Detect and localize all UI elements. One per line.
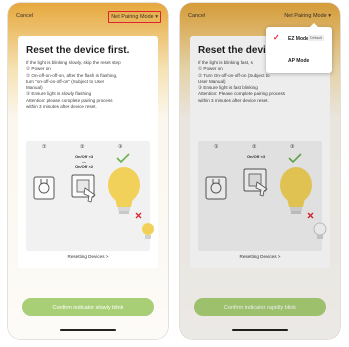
confirm-rapid-blink-button[interactable]: Confirm indicator rapidly blink [194,298,326,316]
dropdown-caret [310,23,318,27]
bulb-off-icon [307,212,327,239]
step-number: ② [252,144,257,150]
pairing-mode-dropdown: ✓ EZ Mode Default AP Mode [266,23,332,73]
pairing-mode-button[interactable]: Net Pairing Mode ▾ [108,11,161,23]
instruction-card: Reset the device first. If the light is … [18,36,158,268]
instruction-text: If the light is blinking slowly, skip th… [26,60,152,110]
option-label: AP Mode [288,58,310,64]
page-title: Reset the device first. [26,45,130,56]
home-indicator [232,329,288,331]
option-label: EZ Mode [288,36,309,42]
step-number: ① [42,144,47,150]
screen-rapid-blink: Cancel Net Pairing Mode ▾ Reset the devi… [180,3,340,339]
check-icon [288,153,302,163]
step-number: ③ [290,144,295,150]
page-title: Reset the devic [198,45,272,56]
checkmark-icon: ✓ [273,33,280,42]
step-number: ① [214,144,219,150]
reset-times-label: On/Off ×3 — On/Off ×2 [70,154,98,169]
plug-icon [33,176,55,200]
plug-icon [205,176,227,200]
pairing-mode-button[interactable]: Net Pairing Mode ▾ [282,11,333,21]
default-badge: Default [308,35,325,41]
check-icon [116,153,130,163]
bulb-off-icon [135,212,154,239]
reset-illustration: ① ② ③ On/Off ×3 [198,141,327,251]
reset-times-label-2: On/Off ×2 [74,164,94,169]
resetting-devices-link[interactable]: Resetting Devices > [18,254,158,259]
wall-switch-icon [243,168,268,197]
instruction-line: within 3 minutes after device reset. [198,97,269,103]
reset-times-label: On/Off ×3 [246,154,266,159]
cancel-button[interactable]: Cancel [188,13,205,19]
top-bar: Cancel Net Pairing Mode ▾ [8,11,168,25]
screen-slow-blink: Cancel Net Pairing Mode ▾ Reset the devi… [8,3,168,339]
confirm-slow-blink-button[interactable]: Confirm indicator slowly blink [22,298,154,316]
instruction-line: within 3 minutes after device reset. [26,104,97,110]
step-number: ③ [118,144,123,150]
resetting-devices-link[interactable]: Resetting Devices > [190,254,330,259]
cancel-button[interactable]: Cancel [16,13,33,19]
home-indicator [60,329,116,331]
reset-illustration: ① ② ③ On/Off ×3 — On/Off ×2 [26,141,154,251]
step-number: ② [80,144,85,150]
option-ez-mode[interactable]: ✓ EZ Mode Default [266,29,332,49]
option-ap-mode[interactable]: AP Mode [266,51,332,71]
wall-switch-icon [71,174,96,203]
